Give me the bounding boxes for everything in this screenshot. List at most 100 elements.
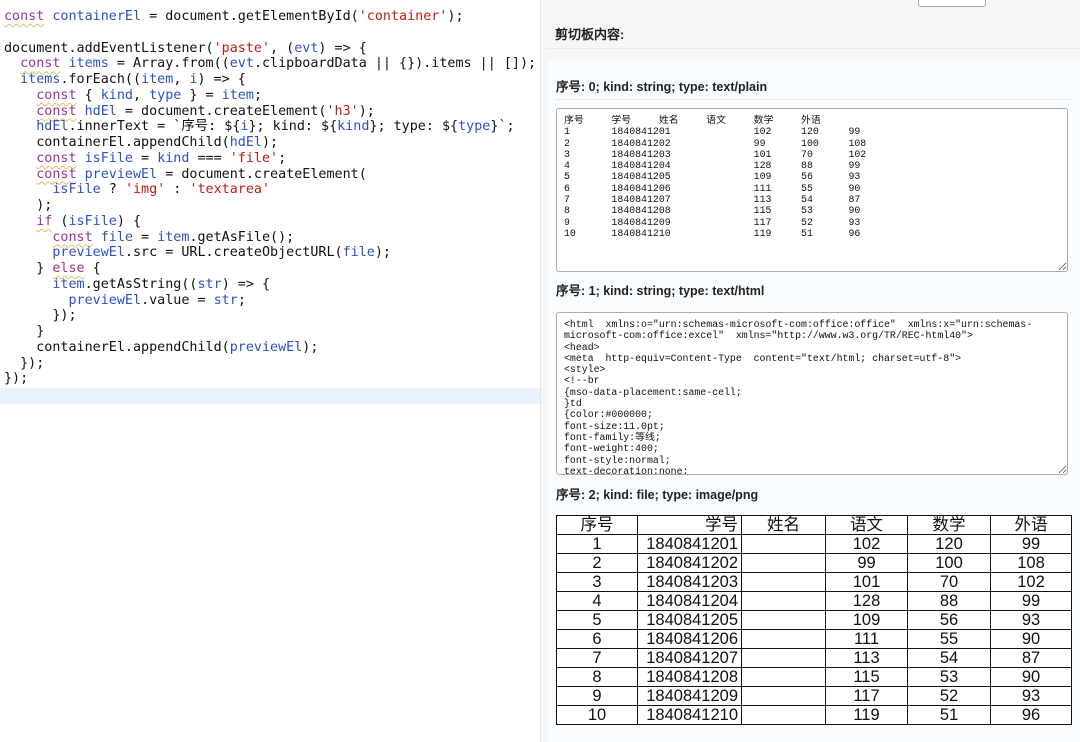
table-cell	[741, 629, 826, 649]
code-line: previewEl.src = URL.createObjectURL(file…	[4, 245, 536, 261]
table-cell	[741, 572, 826, 592]
preview-textarea-html[interactable]: <html xmlns:o="urn:schemas-microsoft-com…	[556, 312, 1068, 475]
code-token-var: kind	[157, 150, 190, 166]
table-cell: 99	[990, 591, 1072, 611]
top-button[interactable]	[918, 0, 986, 7]
code-token: });	[4, 355, 45, 371]
item-heading-1: 序号: 1; kind: string; type: text/html	[556, 284, 765, 298]
preview-textarea-plain[interactable]: 序号 学号 姓名 语文 数学 外语 1 1840841201 102 120 9…	[556, 108, 1068, 272]
code-token: );	[4, 198, 53, 213]
table-row: 7 1840841207 113 54 87	[556, 648, 1072, 668]
table-cell: 1840841203	[637, 572, 742, 592]
table-cell: 1840841207	[637, 648, 742, 668]
table-cell	[741, 686, 826, 706]
code-token: ) => {	[318, 40, 367, 56]
table-cell: 1840841208	[637, 667, 742, 687]
code-token: .forEach((	[60, 72, 142, 87]
code-token-var: previewEl	[229, 339, 303, 355]
code-content[interactable]: const containerEl = document.getElementB…	[4, 9, 536, 387]
table-cell: 109	[825, 610, 908, 630]
code-token-str: 'paste'	[213, 40, 271, 56]
code-token-var: isFile	[68, 213, 117, 229]
code-line: containerEl.appendChild(previewEl);	[4, 340, 536, 356]
code-line: });	[4, 308, 536, 324]
table-row: 2 1840841202 99 100 108	[556, 553, 1072, 573]
table-cell: 姓名	[741, 515, 826, 535]
table-cell: 108	[990, 553, 1072, 573]
table-row: 4 1840841204 128 88 99	[556, 591, 1072, 611]
code-token: ,	[173, 72, 190, 87]
code-line: } else {	[4, 261, 536, 277]
code-token-var: hdEl	[229, 135, 262, 150]
code-token: }	[4, 261, 53, 276]
code-line: previewEl.value = str;	[4, 293, 536, 309]
code-token: = Array.from((	[108, 56, 230, 72]
table-cell	[741, 610, 826, 630]
code-token-var: str	[197, 276, 222, 292]
divider	[547, 48, 1080, 49]
code-token: , (	[270, 40, 295, 56]
code-line: const { kind, type } = item;	[4, 88, 536, 104]
table-cell: 101	[825, 572, 908, 592]
table-cell: 7	[556, 648, 638, 668]
table-cell: 2	[556, 553, 638, 573]
code-token-var: items	[20, 72, 61, 87]
table-cell: 10	[556, 705, 638, 725]
table-cell: 1840841206	[637, 629, 742, 649]
code-token: } =	[181, 87, 222, 103]
item-heading-0: 序号: 0; kind: string; type: text/plain	[556, 80, 768, 94]
table-cell: 102	[990, 572, 1072, 592]
code-line: items.forEach((item, i) => {	[4, 72, 536, 88]
code-token: ?	[100, 182, 125, 198]
code-token-var: previewEl	[52, 245, 125, 261]
code-token: = document.createElement(	[116, 103, 327, 119]
code-token: containerEl.appendChild(	[4, 339, 230, 355]
table-cell: 99	[990, 534, 1072, 554]
code-token: .value =	[141, 292, 214, 308]
code-token: containerEl.appendChild(	[4, 135, 230, 150]
table-cell	[741, 667, 826, 687]
code-line: const previewEl = document.createElement…	[4, 167, 536, 183]
table-cell: 111	[825, 629, 908, 649]
code-token: ;	[278, 150, 287, 166]
table-cell: 9	[556, 686, 638, 706]
code-token: (	[52, 213, 69, 229]
table-cell: 93	[990, 686, 1072, 706]
table-cell	[741, 705, 826, 725]
code-token-var: str	[213, 292, 238, 308]
code-token: = document.createElement(	[157, 166, 367, 182]
code-token-kw: const	[4, 9, 45, 24]
code-line: const items = Array.from((evt.clipboardD…	[4, 56, 536, 72]
code-line: );	[4, 198, 536, 214]
code-token-var: file	[100, 229, 133, 245]
code-token: ) => {	[221, 276, 271, 292]
code-line: item.getAsString((str) => {	[4, 277, 536, 293]
code-token-var: hdEl	[36, 119, 69, 135]
code-editor[interactable]: const containerEl = document.getElementB…	[0, 0, 541, 742]
code-line: document.addEventListener('paste', (evt)…	[4, 41, 536, 57]
table-cell: 1	[556, 534, 638, 554]
code-line: containerEl.appendChild(hdEl);	[4, 135, 536, 151]
table-cell: 51	[907, 705, 991, 725]
table-row: 9 1840841209 117 52 93	[556, 686, 1072, 706]
table-cell: 1840841202	[637, 553, 742, 573]
code-token-var: containerEl	[52, 9, 142, 24]
table-cell: 序号	[556, 515, 638, 535]
code-token: .src = URL.createObjectURL(	[124, 245, 343, 261]
code-token: ) {	[116, 213, 142, 229]
table-cell: 数学	[907, 515, 991, 535]
item-heading-2: 序号: 2; kind: file; type: image/png	[556, 488, 759, 502]
table-cell: 128	[825, 591, 908, 611]
current-line-highlight	[0, 388, 540, 404]
code-token-var: isFile	[52, 182, 101, 198]
code-token-kw: if	[36, 213, 53, 229]
code-token: }	[4, 324, 45, 339]
